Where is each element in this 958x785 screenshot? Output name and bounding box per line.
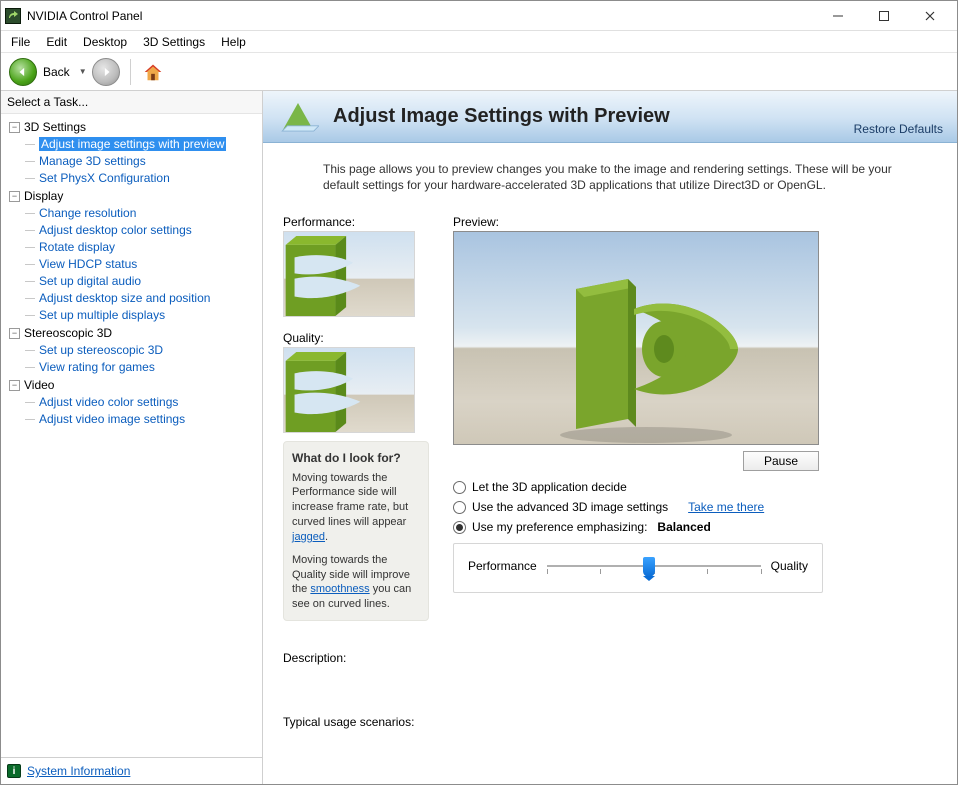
back-label: Back bbox=[43, 65, 70, 79]
tree-item-adjust-desktop-color[interactable]: Adjust desktop color settings bbox=[3, 222, 260, 239]
right-column: Preview: bbox=[453, 215, 937, 593]
tree-item-rotate-display[interactable]: Rotate display bbox=[3, 239, 260, 256]
system-information-icon: i bbox=[7, 764, 21, 778]
body: Select a Task... − 3D Settings Adjust im… bbox=[1, 91, 957, 784]
tree-item-video-image[interactable]: Adjust video image settings bbox=[3, 411, 260, 428]
tree-item-set-physx[interactable]: Set PhysX Configuration bbox=[3, 170, 260, 187]
sidebar-footer: i System Information bbox=[1, 757, 262, 784]
window-title: NVIDIA Control Panel bbox=[27, 9, 815, 23]
sidebar-header: Select a Task... bbox=[1, 91, 262, 114]
radio-use-my-preference[interactable]: Use my preference emphasizing: Balanced bbox=[453, 517, 823, 537]
page-description: This page allows you to preview changes … bbox=[323, 161, 903, 193]
radio-icon bbox=[453, 501, 466, 514]
preview-button-row: Pause bbox=[453, 451, 819, 471]
usage-scenarios-label: Typical usage scenarios: bbox=[283, 715, 937, 729]
radio-use-advanced[interactable]: Use the advanced 3D image settings Take … bbox=[453, 497, 823, 517]
performance-thumbnail bbox=[283, 231, 415, 317]
preference-slider-box: Performance Quality bbox=[453, 543, 823, 593]
tree-category-video[interactable]: − Video bbox=[3, 376, 260, 394]
tree-item-view-hdcp[interactable]: View HDCP status bbox=[3, 256, 260, 273]
tree-item-change-resolution[interactable]: Change resolution bbox=[3, 205, 260, 222]
menu-help[interactable]: Help bbox=[213, 33, 254, 51]
description-label: Description: bbox=[283, 651, 937, 665]
smoothness-link[interactable]: smoothness bbox=[310, 583, 369, 595]
tree-item-multiple-displays[interactable]: Set up multiple displays bbox=[3, 307, 260, 324]
home-button[interactable] bbox=[141, 60, 165, 84]
pause-button[interactable]: Pause bbox=[743, 451, 819, 471]
tree-item-setup-stereo3d[interactable]: Set up stereoscopic 3D bbox=[3, 342, 260, 359]
left-column: Performance: Quality: bbox=[283, 215, 429, 621]
slider-label-quality: Quality bbox=[771, 559, 808, 573]
titlebar: NVIDIA Control Panel bbox=[1, 1, 957, 31]
radio-icon bbox=[453, 481, 466, 494]
minimize-button[interactable] bbox=[815, 1, 861, 31]
main-pane: Adjust Image Settings with Preview Resto… bbox=[263, 91, 957, 784]
main-content: This page allows you to preview changes … bbox=[263, 143, 957, 784]
preview-viewport bbox=[453, 231, 819, 445]
tree-toggle-icon[interactable]: − bbox=[9, 380, 20, 391]
quality-thumbnail bbox=[283, 347, 415, 433]
close-button[interactable] bbox=[907, 1, 953, 31]
take-me-there-link[interactable]: Take me there bbox=[688, 500, 764, 514]
system-information-link[interactable]: System Information bbox=[27, 764, 130, 778]
back-button[interactable] bbox=[9, 58, 37, 86]
what-do-i-look-for-box: What do I look for? Moving towards the P… bbox=[283, 441, 429, 621]
performance-label: Performance: bbox=[283, 215, 429, 229]
page-header: Adjust Image Settings with Preview Resto… bbox=[263, 91, 957, 143]
tree-item-manage-3d-settings[interactable]: Manage 3D settings bbox=[3, 153, 260, 170]
tree-item-video-color[interactable]: Adjust video color settings bbox=[3, 394, 260, 411]
toolbar: Back ▼ bbox=[1, 53, 957, 91]
tree-category-3d-settings[interactable]: − 3D Settings bbox=[3, 118, 260, 136]
page-header-icon bbox=[277, 96, 319, 138]
settings-body: Performance: Quality: bbox=[283, 215, 937, 621]
window-controls bbox=[815, 1, 953, 31]
menubar: File Edit Desktop 3D Settings Help bbox=[1, 31, 957, 53]
preview-label: Preview: bbox=[453, 215, 937, 229]
radio-let-app-decide[interactable]: Let the 3D application decide bbox=[453, 477, 823, 497]
preference-slider[interactable] bbox=[547, 556, 761, 576]
menu-file[interactable]: File bbox=[3, 33, 38, 51]
maximize-button[interactable] bbox=[861, 1, 907, 31]
app-window: NVIDIA Control Panel File Edit Desktop 3… bbox=[0, 0, 958, 785]
quality-label: Quality: bbox=[283, 331, 429, 345]
page-title: Adjust Image Settings with Preview bbox=[333, 105, 670, 128]
tree-item-desktop-size-position[interactable]: Adjust desktop size and position bbox=[3, 290, 260, 307]
tree-category-stereoscopic-3d[interactable]: − Stereoscopic 3D bbox=[3, 324, 260, 342]
slider-label-performance: Performance bbox=[468, 559, 537, 573]
back-history-dropdown[interactable]: ▼ bbox=[78, 67, 88, 76]
jagged-link[interactable]: jagged bbox=[292, 531, 325, 543]
radio-icon bbox=[453, 521, 466, 534]
task-tree: − 3D Settings Adjust image settings with… bbox=[1, 114, 262, 757]
menu-desktop[interactable]: Desktop bbox=[75, 33, 135, 51]
app-icon bbox=[5, 8, 21, 24]
slider-thumb[interactable] bbox=[643, 557, 655, 577]
tree-item-adjust-image-settings[interactable]: Adjust image settings with preview bbox=[3, 136, 260, 153]
tree-item-view-rating-games[interactable]: View rating for games bbox=[3, 359, 260, 376]
restore-defaults-link[interactable]: Restore Defaults bbox=[854, 122, 943, 136]
tree-item-digital-audio[interactable]: Set up digital audio bbox=[3, 273, 260, 290]
tree-toggle-icon[interactable]: − bbox=[9, 122, 20, 133]
menu-edit[interactable]: Edit bbox=[38, 33, 75, 51]
task-sidebar: Select a Task... − 3D Settings Adjust im… bbox=[1, 91, 263, 784]
what-heading: What do I look for? bbox=[292, 450, 420, 466]
preference-radio-group: Let the 3D application decide Use the ad… bbox=[453, 477, 823, 537]
forward-button[interactable] bbox=[92, 58, 120, 86]
toolbar-separator bbox=[130, 59, 131, 85]
tree-toggle-icon[interactable]: − bbox=[9, 328, 20, 339]
menu-3d-settings[interactable]: 3D Settings bbox=[135, 33, 213, 51]
tree-category-display[interactable]: − Display bbox=[3, 187, 260, 205]
preference-value: Balanced bbox=[657, 520, 710, 534]
tree-toggle-icon[interactable]: − bbox=[9, 191, 20, 202]
